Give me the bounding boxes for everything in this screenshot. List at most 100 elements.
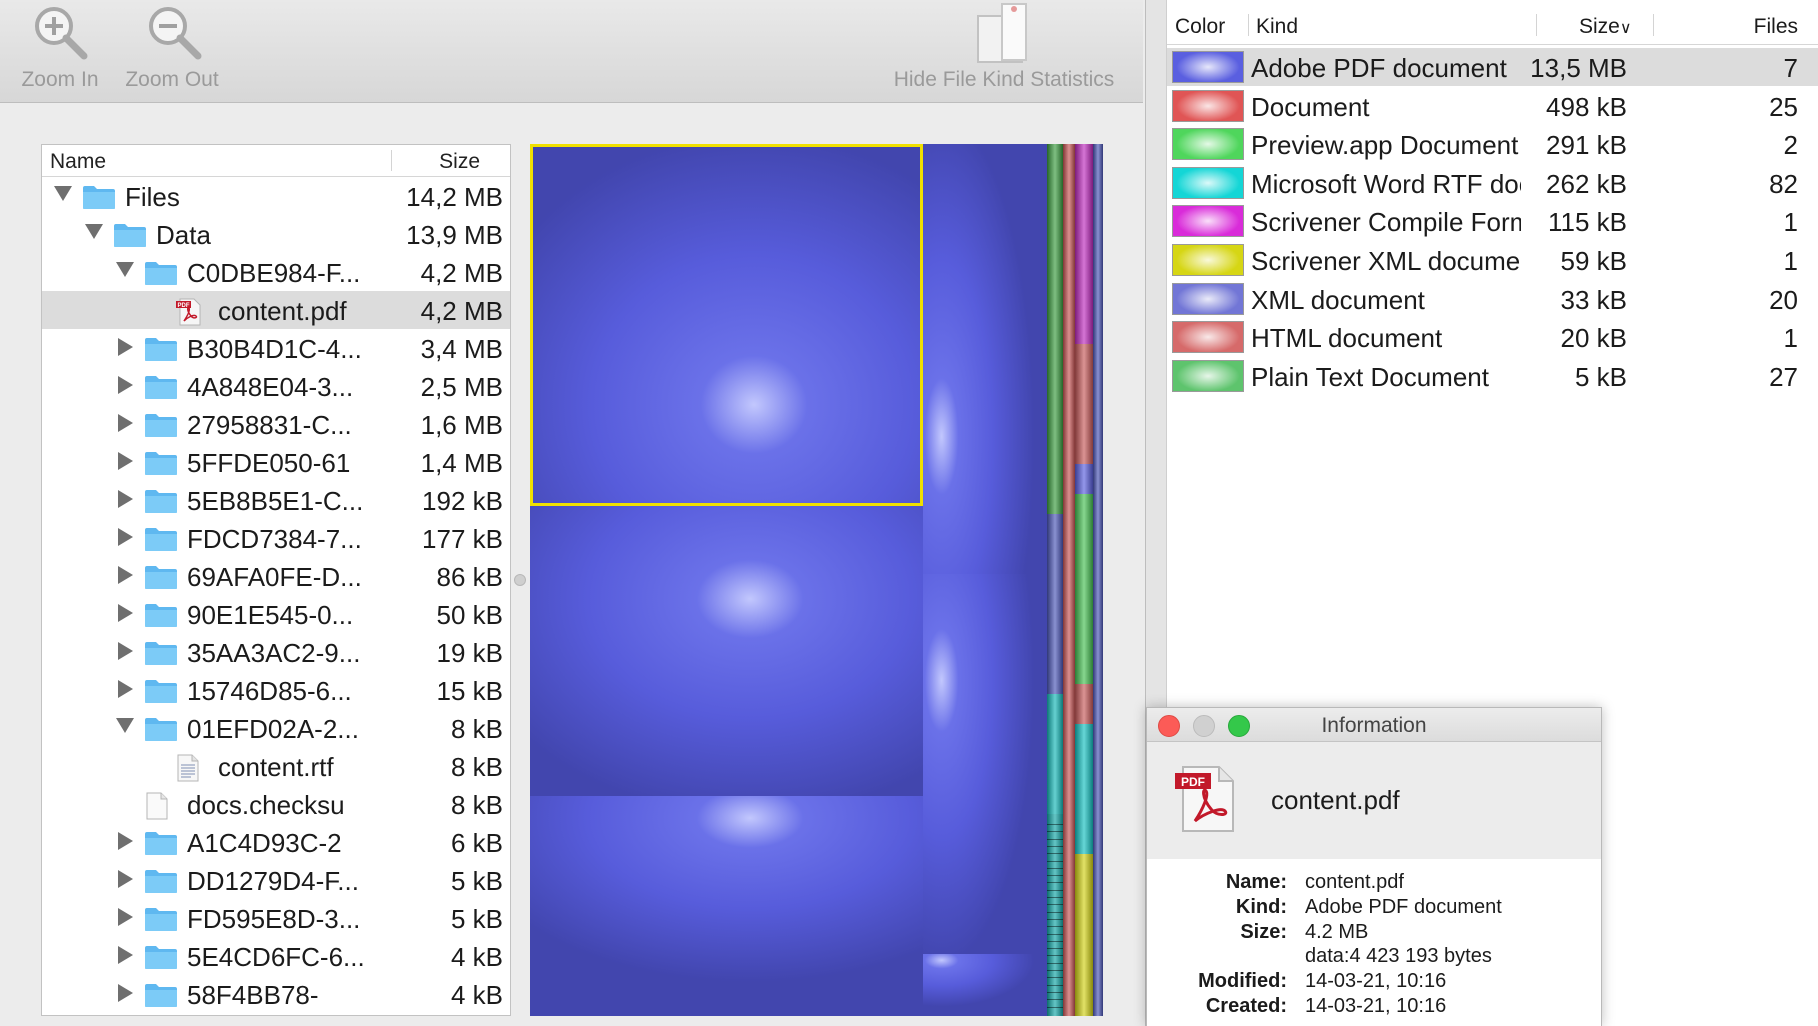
- treemap-tile[interactable]: [1047, 694, 1063, 814]
- size-bytes-value: data:4 423 193 bytes: [1305, 945, 1492, 967]
- treemap-tile[interactable]: [1075, 724, 1093, 854]
- tree-row[interactable]: docs.checksu 8 kB: [42, 785, 510, 823]
- pdf-badge-text: PDF: [1181, 775, 1205, 789]
- hide-file-kind-statistics-button[interactable]: Hide File Kind Statistics: [874, 0, 1134, 100]
- tree-row-name: 35AA3AC2-9...: [187, 638, 361, 668]
- disclosure-closed-icon[interactable]: [116, 604, 134, 622]
- disclosure-closed-icon[interactable]: [116, 452, 134, 470]
- treemap-tile[interactable]: [1075, 494, 1093, 684]
- zoom-in-button[interactable]: Zoom In: [12, 0, 108, 100]
- disclosure-closed-icon[interactable]: [116, 984, 134, 1002]
- disclosure-closed-icon[interactable]: [116, 490, 134, 508]
- tree-row[interactable]: Data 13,9 MB: [42, 215, 510, 253]
- treemap-tile[interactable]: [923, 144, 1047, 574]
- tree-row[interactable]: C0DBE984-F... 4,2 MB: [42, 253, 510, 291]
- split-view-handle[interactable]: [514, 574, 526, 586]
- name-column-header[interactable]: Name: [50, 150, 106, 174]
- tree-row[interactable]: PDF content.pdf 4,2 MB: [42, 291, 510, 329]
- treemap-tile[interactable]: [923, 574, 1047, 954]
- disclosure-closed-icon[interactable]: [116, 870, 134, 888]
- treemap-tile[interactable]: [1047, 814, 1063, 1016]
- tree-header: Name Size: [42, 145, 510, 177]
- disclosure-open-icon[interactable]: [54, 186, 72, 204]
- treemap-tile[interactable]: [1047, 144, 1063, 514]
- treemap-tile[interactable]: [1047, 514, 1063, 694]
- kind-row[interactable]: Preview.app Document 291 kB 2: [1167, 125, 1818, 163]
- treemap-view[interactable]: [530, 144, 1103, 1016]
- disclosure-closed-icon[interactable]: [116, 338, 134, 356]
- disclosure-open-icon[interactable]: [85, 224, 103, 242]
- tree-rows: Files 14,2 MB Data 13,9 MB C0DBE984-F... 4,2 …: [42, 177, 510, 1013]
- tree-row-name: 5FFDE050-61: [187, 448, 351, 478]
- tree-row[interactable]: FDCD7384-7... 177 kB: [42, 519, 510, 557]
- kind-row[interactable]: HTML document 20 kB 1: [1167, 318, 1818, 356]
- treemap-tile[interactable]: [1075, 464, 1093, 494]
- disclosure-closed-icon[interactable]: [116, 946, 134, 964]
- kind-column-header[interactable]: Kind: [1256, 15, 1298, 39]
- treemap-tile-selected[interactable]: [530, 144, 923, 506]
- tree-row[interactable]: DD1279D4-F... 5 kB: [42, 861, 510, 899]
- disclosure-open-icon[interactable]: [116, 718, 134, 736]
- kind-row[interactable]: XML document 33 kB 20: [1167, 280, 1818, 318]
- tree-row[interactable]: 27958831-C... 1,6 MB: [42, 405, 510, 443]
- kind-row[interactable]: Adobe PDF document 13,5 MB 7: [1167, 48, 1818, 86]
- disclosure-closed-icon[interactable]: [116, 908, 134, 926]
- disclosure-closed-icon[interactable]: [116, 414, 134, 432]
- treemap-tile[interactable]: [1075, 144, 1093, 344]
- treemap-tile[interactable]: [530, 796, 923, 1016]
- information-title-bar[interactable]: Information: [1147, 708, 1601, 742]
- kind-color-swatch: [1172, 205, 1244, 238]
- disclosure-closed-icon[interactable]: [116, 566, 134, 584]
- disclosure-closed-icon[interactable]: [116, 376, 134, 394]
- toolbar: Zoom In Zoom Out Hide File Kind Statisti…: [0, 0, 1143, 103]
- disclosure-closed-icon[interactable]: [116, 528, 134, 546]
- color-column-header[interactable]: Color: [1175, 15, 1225, 39]
- treemap-tile[interactable]: [1063, 144, 1075, 1016]
- tree-row[interactable]: 01EFD02A-2... 8 kB: [42, 709, 510, 747]
- disclosure-closed-icon[interactable]: [116, 642, 134, 660]
- disclosure-closed-icon[interactable]: [116, 680, 134, 698]
- treemap-tile[interactable]: [1075, 854, 1093, 1016]
- tree-row[interactable]: A1C4D93C-2 6 kB: [42, 823, 510, 861]
- tree-row[interactable]: 69AFA0FE-D... 86 kB: [42, 557, 510, 595]
- treemap-tile-border: [1047, 991, 1063, 993]
- file-tree[interactable]: Name Size Files 14,2 MB Data 13,9 MB C0DBE98…: [41, 144, 511, 1016]
- files-column-header[interactable]: Files: [1754, 15, 1798, 39]
- tree-row[interactable]: 4A848E04-3... 2,5 MB: [42, 367, 510, 405]
- disclosure-closed-icon[interactable]: [116, 832, 134, 850]
- folder-icon: [144, 450, 178, 483]
- kind-row[interactable]: Scrivener Compile Format 115 kB 1: [1167, 202, 1818, 240]
- tree-row[interactable]: Files 14,2 MB: [42, 177, 510, 215]
- kind-name: Plain Text Document: [1251, 361, 1489, 392]
- tree-row[interactable]: 5EB8B5E1-C... 192 kB: [42, 481, 510, 519]
- treemap-tile[interactable]: [530, 506, 923, 796]
- tree-row[interactable]: 5FFDE050-61 1,4 MB: [42, 443, 510, 481]
- tree-row[interactable]: 5E4CD6FC-6... 4 kB: [42, 937, 510, 975]
- tree-row[interactable]: 90E1E545-0... 50 kB: [42, 595, 510, 633]
- treemap-tile[interactable]: [1075, 684, 1093, 724]
- tree-row[interactable]: content.rtf 8 kB: [42, 747, 510, 785]
- size-column-header[interactable]: Size: [439, 150, 480, 174]
- tree-row[interactable]: 58F4BB78- 4 kB: [42, 975, 510, 1013]
- kind-row[interactable]: Document 498 kB 25: [1167, 87, 1818, 125]
- kind-size: 20 kB: [1560, 323, 1628, 354]
- folder-icon: [144, 830, 178, 863]
- tree-row[interactable]: B30B4D1C-4... 3,4 MB: [42, 329, 510, 367]
- kind-row[interactable]: Scrivener XML document 59 kB 1: [1167, 241, 1818, 279]
- kind-row[interactable]: Plain Text Document 5 kB 27: [1167, 357, 1818, 395]
- treemap-tile-border: [1047, 824, 1063, 825]
- treemap-tile[interactable]: [1075, 344, 1093, 464]
- size-column-header[interactable]: Size∨: [1579, 15, 1632, 39]
- treemap-tile-border: [1047, 977, 1063, 979]
- tree-row[interactable]: FD595E8D-3... 5 kB: [42, 899, 510, 937]
- treemap-tile[interactable]: [1093, 144, 1103, 1016]
- tree-row[interactable]: 35AA3AC2-9... 19 kB: [42, 633, 510, 671]
- zoom-out-button[interactable]: Zoom Out: [118, 0, 226, 100]
- disclosure-open-icon[interactable]: [116, 262, 134, 280]
- tree-row[interactable]: 15746D85-6... 15 kB: [42, 671, 510, 709]
- tree-row-name: 69AFA0FE-D...: [187, 562, 362, 592]
- kind-row[interactable]: Microsoft Word RTF document 262 kB 82: [1167, 164, 1818, 202]
- treemap-tile[interactable]: [923, 954, 1047, 1016]
- kind-file-count: 7: [1783, 53, 1798, 83]
- tree-row-name: 5EB8B5E1-C...: [187, 486, 364, 516]
